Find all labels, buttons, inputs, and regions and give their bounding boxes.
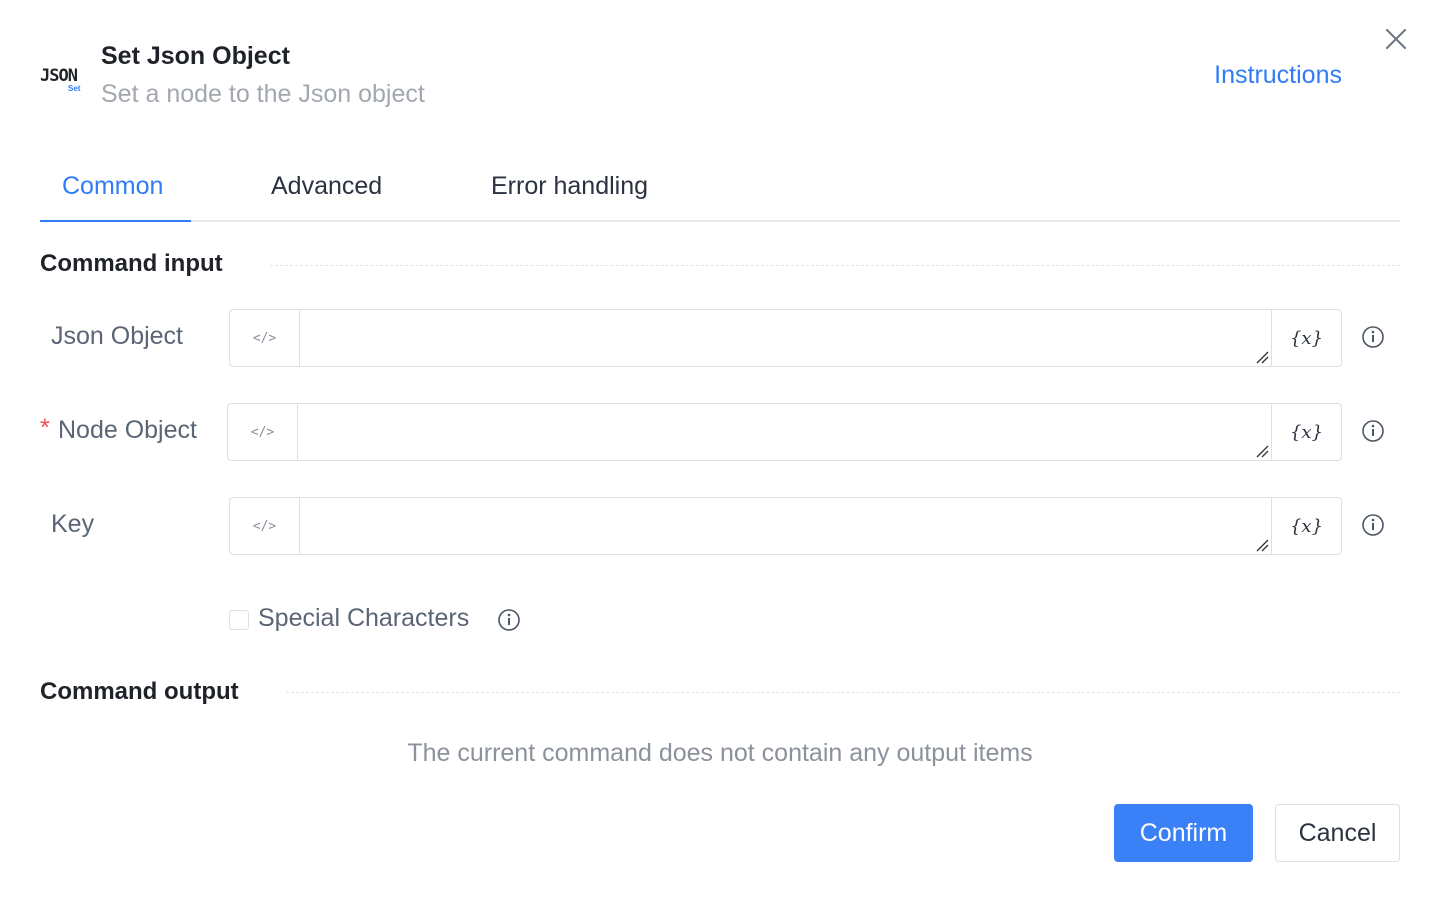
logo-sub-text: Set [68, 84, 81, 93]
json-object-input-group: </> {x} [229, 309, 1342, 367]
json-set-logo: JSON Set [40, 66, 84, 96]
required-marker: * [40, 414, 50, 442]
key-field-wrap [300, 498, 1271, 554]
variable-insert-button[interactable]: {x} [1271, 498, 1341, 554]
variable-insert-button[interactable]: {x} [1271, 404, 1341, 460]
instructions-link[interactable]: Instructions [1214, 61, 1342, 90]
confirm-button[interactable]: Confirm [1114, 804, 1253, 862]
info-icon[interactable] [1361, 325, 1385, 349]
resize-handle-icon[interactable] [1255, 350, 1269, 364]
variable-icon: {x} [1289, 327, 1324, 349]
section-divider [270, 265, 1400, 266]
node-object-label: Node Object [58, 416, 197, 444]
key-label: Key [51, 510, 95, 538]
resize-handle-icon[interactable] [1255, 538, 1269, 552]
active-tab-indicator [40, 220, 191, 222]
dialog-title: Set Json Object [101, 42, 290, 70]
variable-icon: {x} [1289, 515, 1324, 537]
logo-text: JSON [40, 66, 78, 86]
tab-common[interactable]: Common [62, 172, 163, 201]
cancel-button[interactable]: Cancel [1275, 804, 1400, 862]
empty-output-message: The current command does not contain any… [407, 739, 1033, 767]
tab-bar: Common Advanced Error handling [40, 160, 1400, 222]
close-icon[interactable] [1383, 26, 1409, 52]
special-characters-checkbox[interactable] [229, 610, 249, 630]
code-mode-icon[interactable]: </> [228, 404, 298, 460]
info-icon[interactable] [497, 608, 521, 632]
resize-handle-icon[interactable] [1255, 444, 1269, 458]
key-input-group: </> {x} [229, 497, 1342, 555]
variable-icon: {x} [1289, 421, 1324, 443]
dialog-subtitle: Set a node to the Json object [101, 80, 425, 108]
json-object-field[interactable] [300, 310, 1271, 366]
section-divider [286, 692, 1400, 693]
json-object-label: Json Object [51, 322, 184, 350]
node-object-input-group: </> {x} [227, 403, 1342, 461]
code-mode-icon[interactable]: </> [230, 310, 300, 366]
command-input-heading: Command input [40, 250, 223, 277]
tab-error-handling[interactable]: Error handling [491, 172, 648, 201]
info-icon[interactable] [1361, 419, 1385, 443]
node-object-field[interactable] [298, 404, 1271, 460]
node-object-field-wrap [298, 404, 1271, 460]
set-json-object-dialog: JSON Set Set Json Object Set a node to t… [0, 0, 1440, 902]
info-icon[interactable] [1361, 513, 1385, 537]
code-mode-icon[interactable]: </> [230, 498, 300, 554]
json-object-field-wrap [300, 310, 1271, 366]
command-output-heading: Command output [40, 678, 239, 705]
key-field[interactable] [300, 498, 1271, 554]
variable-insert-button[interactable]: {x} [1271, 310, 1341, 366]
special-characters-label[interactable]: Special Characters [258, 604, 469, 633]
tab-advanced[interactable]: Advanced [271, 172, 382, 201]
